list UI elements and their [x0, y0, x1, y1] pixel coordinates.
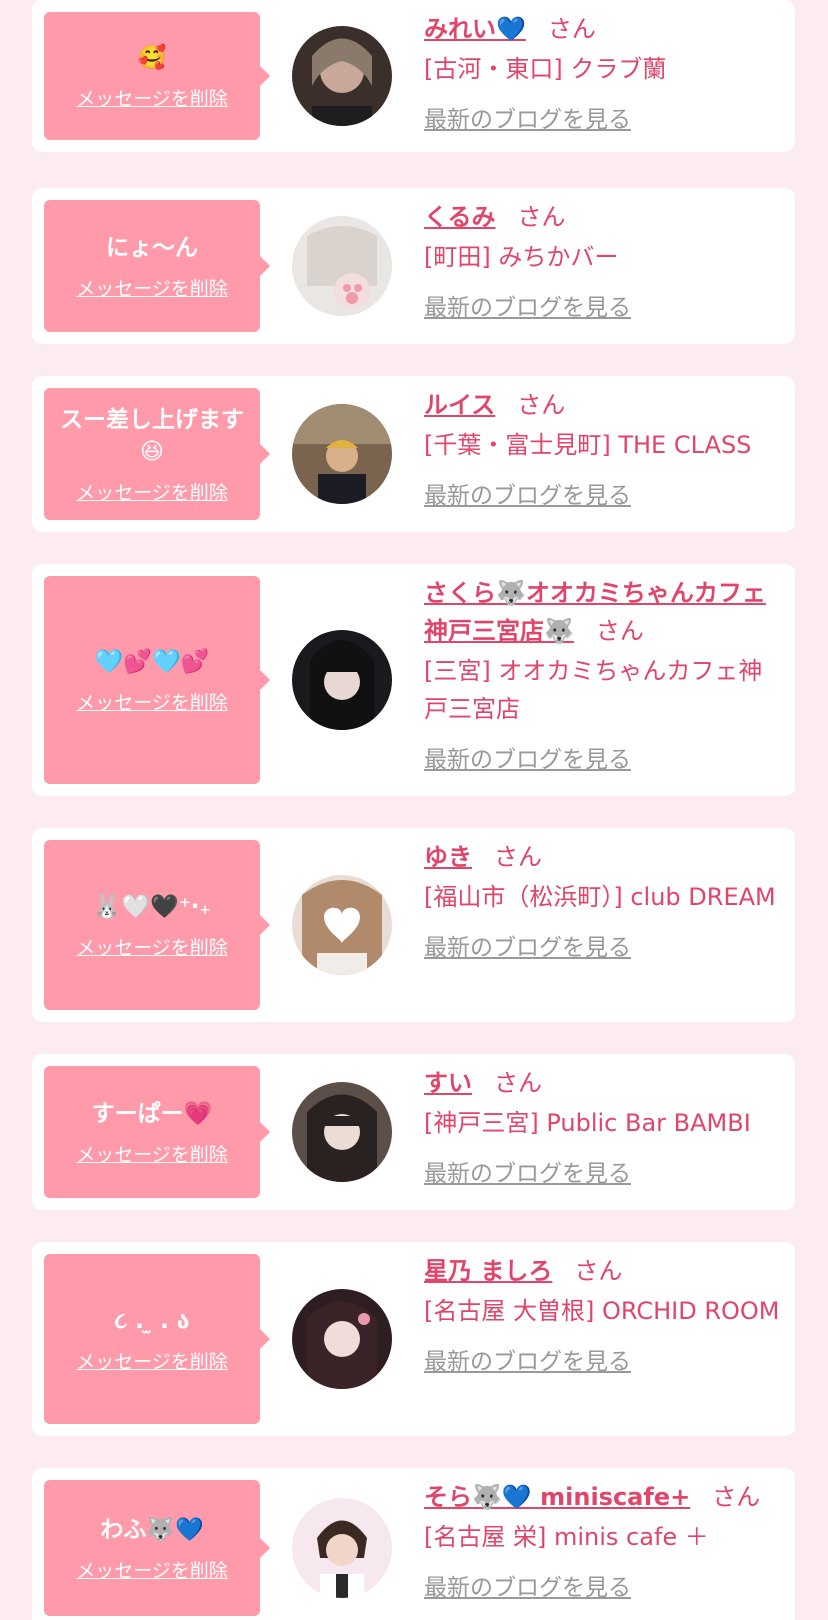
card-info: さくら🐺オオカミちゃんカフェ神戸三宮店🐺 さん [三宮] オオカミちゃんカフェ神戸… [424, 574, 785, 774]
message-text: すーぱー💗 [91, 1100, 213, 1127]
shop-text: [千葉・富士見町] THE CLASS [424, 431, 752, 459]
latest-blog-link[interactable]: 最新のブログを見る [424, 476, 631, 510]
card-info: すい さん [神戸三宮] Public Bar BAMBI 最新のブログを見る [424, 1064, 785, 1188]
delete-message-link[interactable]: メッセージを削除 [76, 688, 228, 715]
delete-message-link[interactable]: メッセージを削除 [76, 84, 228, 111]
delete-message-link[interactable]: メッセージを削除 [76, 1556, 228, 1583]
honorific: さん [574, 1257, 623, 1285]
shop-text: [古河・東口] クラブ蘭 [424, 55, 667, 83]
cast-name-link[interactable]: さくら🐺オオカミちゃんカフェ神戸三宮店🐺 [424, 579, 766, 645]
message-card: スー差し上げます😆 メッセージを削除 ルイス さん [千葉・富士見町] THE C… [32, 376, 795, 532]
message-card: 🥰 メッセージを削除 みれい💙 さん [古河・東口] クラブ蘭 最新のブログを見る [32, 0, 795, 152]
avatar[interactable] [292, 26, 392, 126]
message-text: わふ🐺💙 [100, 1516, 204, 1543]
avatar[interactable] [292, 1289, 392, 1389]
card-info: くるみ さん [町田] みちかバー 最新のブログを見る [424, 198, 785, 322]
message-text: 🥰 [137, 44, 167, 71]
cast-name-link[interactable]: くるみ [424, 203, 496, 231]
message-card: 🩵💕🩵💕 メッセージを削除 さくら🐺オオカミちゃんカフェ神戸三宮店🐺 さん [三宮… [32, 564, 795, 796]
message-bubble: わふ🐺💙 メッセージを削除 [44, 1480, 270, 1616]
message-bubble: 🐰🤍🖤⁺‧₊ メッセージを削除 [44, 840, 270, 1010]
honorific: さん [494, 843, 542, 871]
message-card: ૮ . ̫ . ა メッセージを削除 星乃 ましろ さん [名古屋 大曽根] OR… [32, 1242, 795, 1436]
message-bubble: すーぱー💗 メッセージを削除 [44, 1066, 270, 1198]
message-list: 🥰 メッセージを削除 みれい💙 さん [古河・東口] クラブ蘭 最新のブログを見る… [0, 0, 828, 1620]
cast-name-link[interactable]: そら🐺💙 miniscafe+ [424, 1483, 690, 1511]
avatar[interactable] [292, 875, 392, 975]
shop-text: [名古屋 大曽根] ORCHID ROOM [424, 1297, 780, 1325]
latest-blog-link[interactable]: 最新のブログを見る [424, 740, 631, 774]
cast-name-link[interactable]: ルイス [424, 391, 495, 419]
honorific: さん [595, 617, 644, 645]
message-text: 🐰🤍🖤⁺‧₊ [92, 893, 212, 920]
latest-blog-link[interactable]: 最新のブログを見る [424, 288, 631, 322]
shop-text: [三宮] オオカミちゃんカフェ神戸三宮店 [424, 657, 763, 723]
delete-message-link[interactable]: メッセージを削除 [76, 1140, 228, 1167]
shop-text: [神戸三宮] Public Bar BAMBI [424, 1109, 751, 1137]
delete-message-link[interactable]: メッセージを削除 [76, 1347, 228, 1374]
latest-blog-link[interactable]: 最新のブログを見る [424, 1568, 631, 1602]
card-info: ルイス さん [千葉・富士見町] THE CLASS 最新のブログを見る [424, 386, 785, 510]
message-card: すーぱー💗 メッセージを削除 すい さん [神戸三宮] Public Bar BA… [32, 1054, 795, 1210]
honorific: さん [547, 15, 596, 43]
delete-message-link[interactable]: メッセージを削除 [76, 274, 228, 301]
message-text: スー差し上げます😆 [60, 406, 244, 465]
latest-blog-link[interactable]: 最新のブログを見る [424, 100, 631, 134]
card-info: ゆき さん [福山市（松浜町）] club DREAM 最新のブログを見る [424, 838, 785, 962]
latest-blog-link[interactable]: 最新のブログを見る [424, 928, 631, 962]
message-card: わふ🐺💙 メッセージを削除 そら🐺💙 miniscafe+ さん [名古屋 栄] … [32, 1468, 795, 1620]
honorific: さん [712, 1483, 761, 1511]
cast-name-link[interactable]: みれい💙 [424, 15, 526, 43]
delete-message-link[interactable]: メッセージを削除 [76, 478, 228, 505]
message-text: にょ〜ん [106, 234, 198, 261]
honorific: さん [517, 391, 566, 419]
avatar[interactable] [292, 1082, 392, 1182]
message-bubble: 🥰 メッセージを削除 [44, 12, 270, 140]
card-info: そら🐺💙 miniscafe+ さん [名古屋 栄] minis cafe ＋ 最… [424, 1478, 785, 1602]
message-card: 🐰🤍🖤⁺‧₊ メッセージを削除 ゆき さん [福山市（松浜町）] club DRE… [32, 828, 795, 1022]
card-info: みれい💙 さん [古河・東口] クラブ蘭 最新のブログを見る [424, 10, 785, 134]
message-text: 🩵💕🩵💕 [94, 648, 210, 675]
latest-blog-link[interactable]: 最新のブログを見る [424, 1342, 631, 1376]
latest-blog-link[interactable]: 最新のブログを見る [424, 1154, 631, 1188]
message-bubble: スー差し上げます😆 メッセージを削除 [44, 388, 270, 520]
message-bubble: ૮ . ̫ . ა メッセージを削除 [44, 1254, 270, 1424]
message-text: ૮ . ̫ . ა [114, 1307, 190, 1334]
delete-message-link[interactable]: メッセージを削除 [76, 933, 228, 960]
avatar[interactable] [292, 404, 392, 504]
cast-name-link[interactable]: ゆき [424, 843, 472, 871]
honorific: さん [517, 203, 566, 231]
message-bubble: 🩵💕🩵💕 メッセージを削除 [44, 576, 270, 784]
message-bubble: にょ〜ん メッセージを削除 [44, 200, 270, 332]
shop-text: [町田] みちかバー [424, 243, 619, 271]
cast-name-link[interactable]: すい [424, 1069, 472, 1097]
shop-text: [名古屋 栄] minis cafe ＋ [424, 1523, 709, 1551]
card-info: 星乃 ましろ さん [名古屋 大曽根] ORCHID ROOM 最新のブログを見る [424, 1252, 785, 1376]
avatar[interactable] [292, 216, 392, 316]
message-card: にょ〜ん メッセージを削除 くるみ さん [町田] みちかバー 最新のブログを見る [32, 188, 795, 344]
honorific: さん [494, 1069, 542, 1097]
avatar[interactable] [292, 630, 392, 730]
shop-text: [福山市（松浜町）] club DREAM [424, 883, 776, 911]
avatar[interactable] [292, 1498, 392, 1598]
cast-name-link[interactable]: 星乃 ましろ [424, 1257, 552, 1285]
